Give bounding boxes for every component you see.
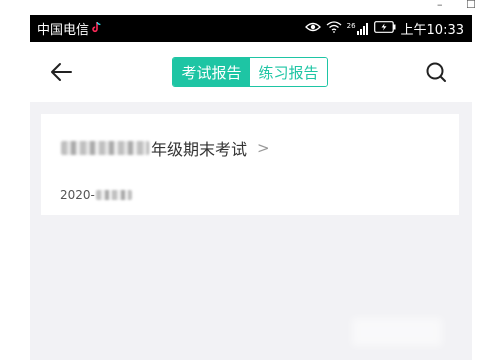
exam-date-text: 2020- <box>60 188 95 202</box>
tab-practice-report[interactable]: 练习报告 <box>250 58 327 86</box>
eye-icon <box>304 21 321 37</box>
back-button[interactable] <box>46 57 76 87</box>
exam-title: 年级期末考试 > <box>61 136 270 160</box>
exam-report-card[interactable]: 年级期末考试 > 2020- <box>41 114 459 215</box>
redacted-school-name <box>61 141 149 155</box>
chevron-right-icon: > <box>257 139 270 157</box>
blurred-watermark <box>352 318 442 346</box>
wifi-icon <box>326 20 342 37</box>
top-nav-bar: 考试报告 练习报告 <box>30 42 472 102</box>
status-bar: 中国电信 26 上午10:33 <box>30 15 472 42</box>
search-icon <box>426 62 446 82</box>
signal-icon: 26 <box>346 21 369 35</box>
redacted-date <box>95 190 132 200</box>
tab-exam-report[interactable]: 考试报告 <box>173 58 250 86</box>
window-chrome: – ☐ <box>0 0 500 15</box>
report-type-tabs: 考试报告 练习报告 <box>172 57 328 87</box>
battery-icon <box>373 20 396 37</box>
minimize-button[interactable]: – <box>437 0 443 11</box>
exam-title-text: 年级期末考试 <box>151 140 248 159</box>
maximize-button[interactable]: ☐ <box>466 0 476 11</box>
search-button[interactable] <box>422 58 450 86</box>
exam-date: 2020- <box>60 188 132 202</box>
tiktok-icon <box>92 21 102 37</box>
phone-screen: 中国电信 26 上午10:33 考试报告 练习报告 年级期末考试 > 2020- <box>30 15 472 360</box>
carrier-label: 中国电信 <box>37 23 90 38</box>
network-type-label: 26 <box>346 21 356 30</box>
arrow-left-icon <box>51 63 72 81</box>
status-time: 上午10:33 <box>400 23 464 38</box>
